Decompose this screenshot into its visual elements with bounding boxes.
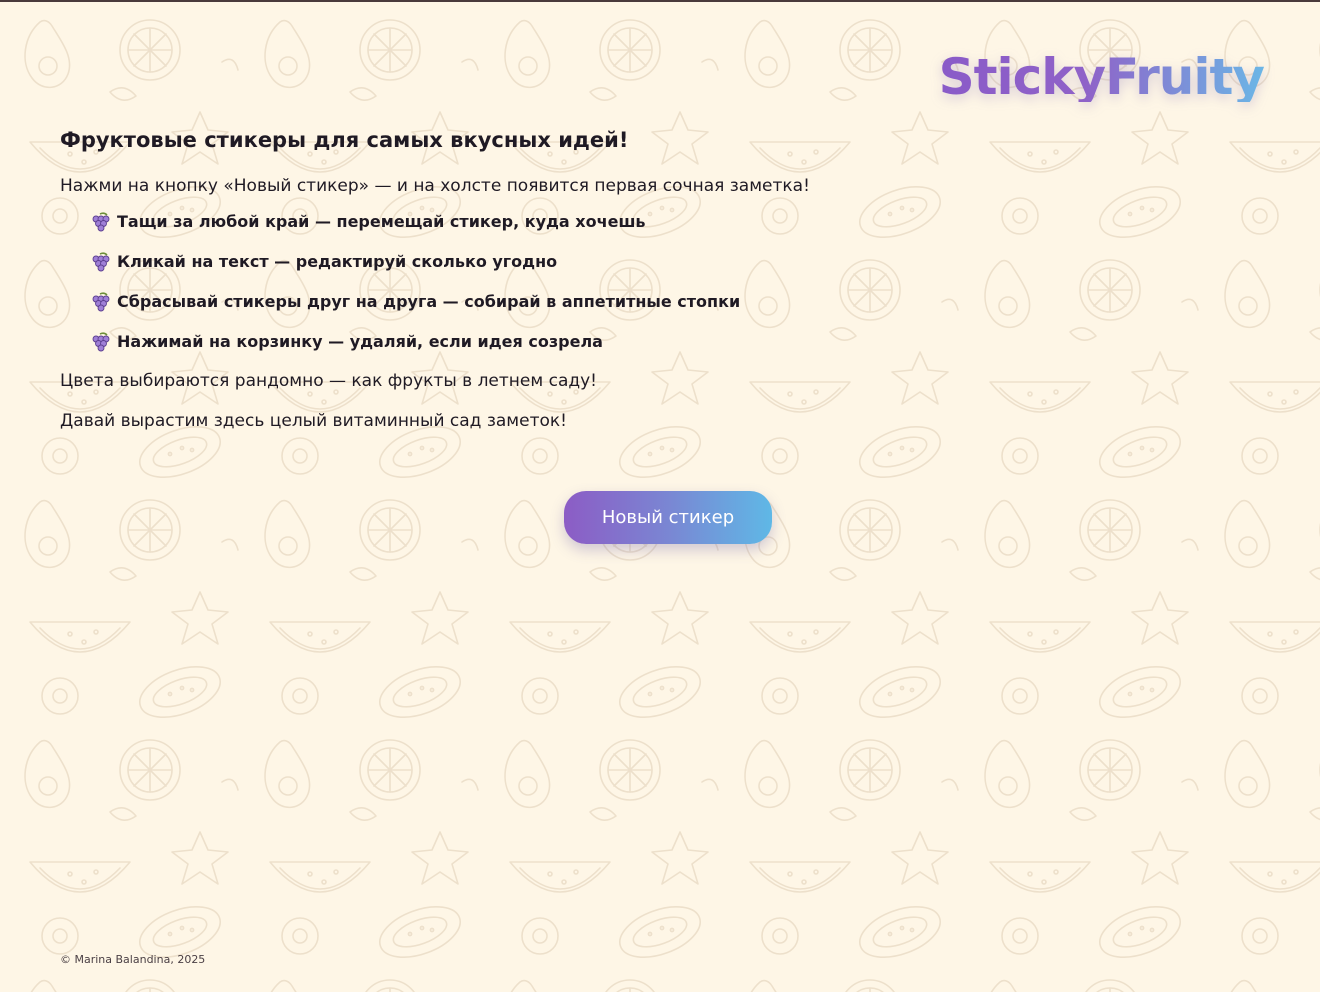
intro-section: Фруктовые стикеры для самых вкусных идей… xyxy=(60,124,960,433)
feature-text: Нажимай на корзинку — удаляй, если идея … xyxy=(117,332,603,351)
grapes-icon xyxy=(92,292,110,312)
app-logo: StickyFruity xyxy=(938,48,1265,106)
grapes-icon xyxy=(92,212,110,232)
closing-text: Давай вырастим здесь целый витаминный са… xyxy=(60,411,567,431)
page-title: Фруктовые стикеры для самых вкусных идей… xyxy=(60,128,629,152)
feature-text: Сбрасывай стикеры друг на друга — собира… xyxy=(117,292,741,311)
list-item: Кликай на текст — редактируй сколько уго… xyxy=(90,250,960,274)
instruction-text: Нажми на кнопку «Новый стикер» — и на хо… xyxy=(60,176,810,196)
grapes-icon xyxy=(92,252,110,272)
new-sticker-button[interactable]: Новый стикер xyxy=(564,491,772,544)
grapes-icon xyxy=(92,332,110,352)
list-item: Сбрасывай стикеры друг на друга — собира… xyxy=(90,290,960,314)
feature-text: Тащи за любой край — перемещай стикер, к… xyxy=(117,212,646,231)
copyright-footer: © Marina Balandina, 2025 xyxy=(60,953,206,966)
feature-text: Кликай на текст — редактируй сколько уго… xyxy=(117,252,558,271)
feature-list: Тащи за любой край — перемещай стикер, к… xyxy=(60,210,960,354)
list-item: Тащи за любой край — перемещай стикер, к… xyxy=(90,210,960,234)
list-item: Нажимай на корзинку — удаляй, если идея … xyxy=(90,330,960,354)
colors-note: Цвета выбираются рандомно — как фрукты в… xyxy=(60,371,597,391)
